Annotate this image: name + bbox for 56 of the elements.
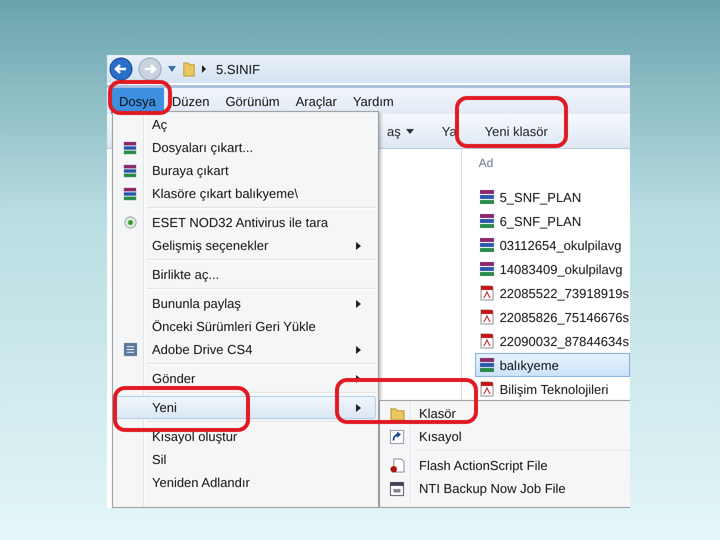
menu-item[interactable]: Adobe Drive CS4 [115, 338, 376, 361]
menu-item[interactable]: Sil [115, 448, 376, 471]
archive-icon [123, 140, 137, 154]
menu-item[interactable]: Flash ActionScript File [382, 454, 630, 477]
file-row[interactable]: 22090032_87844634s [474, 329, 630, 353]
file-row[interactable]: balıkyeme [474, 353, 630, 377]
toolbar-button[interactable]: Yeni klasör [474, 120, 558, 142]
menu-item[interactable]: Dosyaları çıkart... [115, 136, 376, 159]
eye-icon [124, 216, 136, 229]
folder-icon [182, 60, 196, 78]
file-row[interactable]: 22085826_75146676s [474, 305, 630, 329]
menu-item[interactable]: Klasör [382, 402, 630, 425]
file-row[interactable]: 14083409_okulpilavg [474, 257, 630, 281]
document-icon [478, 333, 495, 349]
column-header[interactable]: Ad [474, 154, 509, 172]
archive-icon [478, 213, 495, 229]
file-row[interactable]: 03112654_okulpilavg [474, 233, 630, 257]
menu-bar-item[interactable]: Yardım [344, 88, 402, 114]
menu-item[interactable]: Önceki Sürümleri Geri Yükle [115, 315, 376, 338]
file-row[interactable]: Bilişim Teknolojileri [474, 377, 630, 401]
document-icon [478, 381, 495, 397]
file-row[interactable]: 22085522_73918919s [474, 281, 630, 305]
annotation-outline [108, 80, 172, 115]
back-icon[interactable] [109, 57, 133, 81]
archive-icon [478, 189, 495, 205]
menu-item[interactable]: Klasöre çıkart balıkyeme\ [115, 182, 376, 205]
menu-item[interactable]: ESET NOD32 Antivirus ile tara [115, 211, 376, 234]
menu-item[interactable]: Kısayol [382, 425, 630, 448]
folder-icon [390, 406, 404, 421]
archive-icon [478, 261, 495, 277]
menu-item[interactable]: Yeni [115, 396, 376, 419]
archive-icon [123, 164, 137, 178]
menu-bar-item[interactable]: Görünüm [217, 88, 288, 114]
archive-icon [478, 357, 495, 373]
chevron-icon [201, 65, 207, 73]
document-icon [478, 309, 495, 325]
file-row[interactable]: 5_SNF_PLAN [474, 185, 630, 209]
archive-icon [478, 237, 495, 253]
toolbar-button[interactable]: aş [377, 120, 424, 142]
menu-item[interactable]: Yeniden Adlandır [115, 471, 376, 494]
address-path[interactable]: 5.SINIF [216, 62, 260, 76]
window-icon [390, 482, 404, 496]
menu-item[interactable]: Gelişmiş seçenekler [115, 234, 376, 257]
menu-item[interactable]: Birlikte aç... [115, 263, 376, 286]
dropdown-icon[interactable] [167, 65, 177, 73]
file-row[interactable]: 6_SNF_PLAN [474, 209, 630, 233]
archive-icon [123, 186, 137, 200]
menu-item[interactable]: Aç [115, 113, 376, 136]
menu-item[interactable]: Bununla paylaş [115, 292, 376, 315]
menu-item[interactable]: Buraya çıkart [115, 159, 376, 182]
document-icon [478, 285, 495, 301]
script-file-icon [390, 458, 404, 473]
forward-icon[interactable] [138, 57, 162, 81]
menu-bar-item[interactable]: Araçlar [288, 88, 345, 114]
menu-item[interactable]: Kısayol oluştur [115, 425, 376, 448]
menu-item[interactable]: NTI Backup Now Job File [382, 477, 630, 500]
